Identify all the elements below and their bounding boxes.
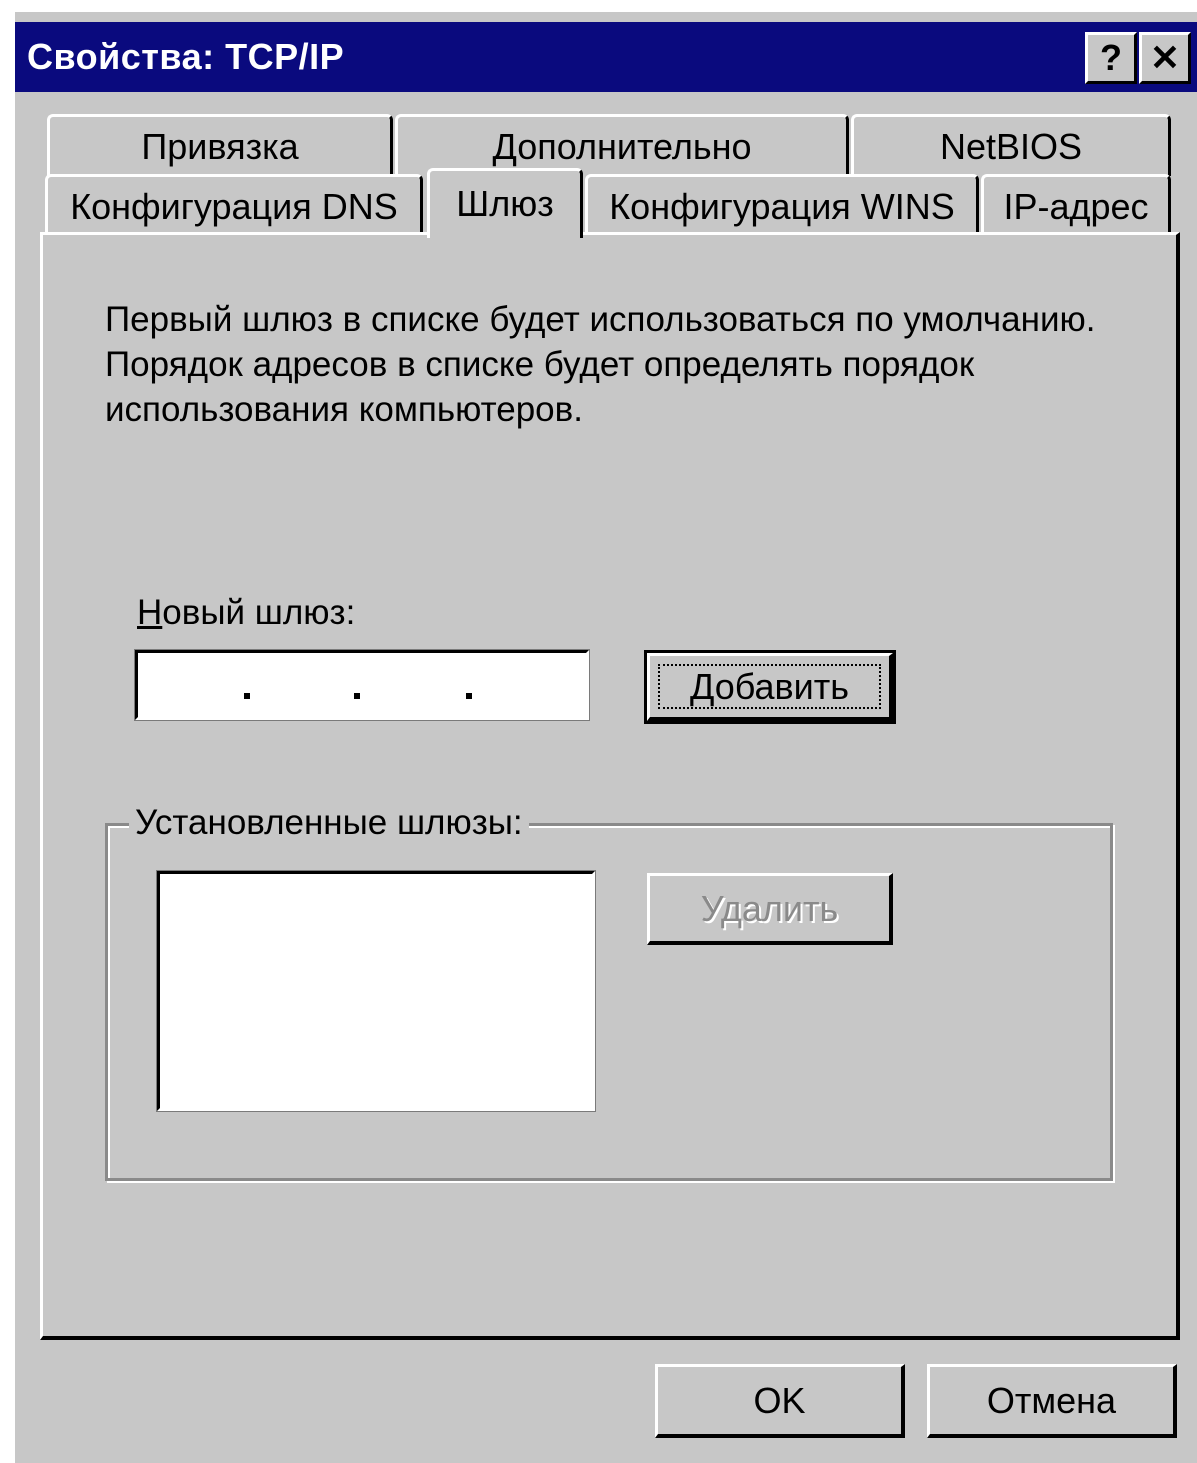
remove-gateway-button[interactable]: Удалить <box>647 873 893 945</box>
close-button[interactable]: ✕ <box>1139 32 1191 84</box>
gateway-description: Первый шлюз в списке будет использоватьс… <box>105 300 1096 429</box>
window-title: Свойства: TCP/IP <box>27 36 345 77</box>
tab-netbios[interactable]: NetBIOS <box>851 114 1171 176</box>
new-gateway-ip-input[interactable] <box>134 649 590 721</box>
tab-gateway[interactable]: Шлюз <box>427 168 583 238</box>
help-icon: ? <box>1100 37 1122 78</box>
close-icon: ✕ <box>1149 37 1181 78</box>
tab-label: Привязка <box>141 125 299 167</box>
add-gateway-button[interactable]: Добавить <box>644 650 896 724</box>
tab-ip-address[interactable]: IP-адрес <box>981 174 1171 236</box>
ok-button-label: OK <box>753 1379 806 1421</box>
focus-ring <box>658 664 881 709</box>
new-gateway-label: Новый шлюз: <box>137 593 356 632</box>
ip-separator-dot <box>466 693 472 699</box>
tab-label: IP-адрес <box>1003 185 1149 227</box>
tab-label: Шлюз <box>456 183 554 224</box>
tab-label: NetBIOS <box>939 125 1083 167</box>
tab-wins-configuration[interactable]: Конфигурация WINS <box>585 174 979 236</box>
installed-gateways-label: Установленные шлюзы: <box>129 803 529 843</box>
remove-button-label: Удалить <box>700 887 839 929</box>
tcpip-properties-dialog: Свойства: TCP/IP ? ✕ Привязка Дополнител… <box>15 12 1197 1463</box>
ip-separator-dot <box>354 693 360 699</box>
title-bar[interactable]: Свойства: TCP/IP ? ✕ <box>15 22 1197 92</box>
tab-binding[interactable]: Привязка <box>47 114 393 176</box>
tab-dns-configuration[interactable]: Конфигурация DNS <box>45 174 423 236</box>
gateway-tab-panel: Первый шлюз в списке будет использоватьс… <box>40 232 1180 1340</box>
tab-label: Дополнительно <box>492 125 752 167</box>
cancel-button[interactable]: Отмена <box>927 1364 1177 1438</box>
cancel-button-label: Отмена <box>986 1379 1117 1421</box>
ip-separator-dot <box>244 693 250 699</box>
help-button[interactable]: ? <box>1085 32 1137 84</box>
ok-button[interactable]: OK <box>655 1364 905 1438</box>
tab-label: Конфигурация DNS <box>70 185 398 227</box>
installed-gateways-list[interactable] <box>156 870 596 1112</box>
tab-advanced[interactable]: Дополнительно <box>395 114 849 176</box>
tab-label: Конфигурация WINS <box>609 185 955 227</box>
